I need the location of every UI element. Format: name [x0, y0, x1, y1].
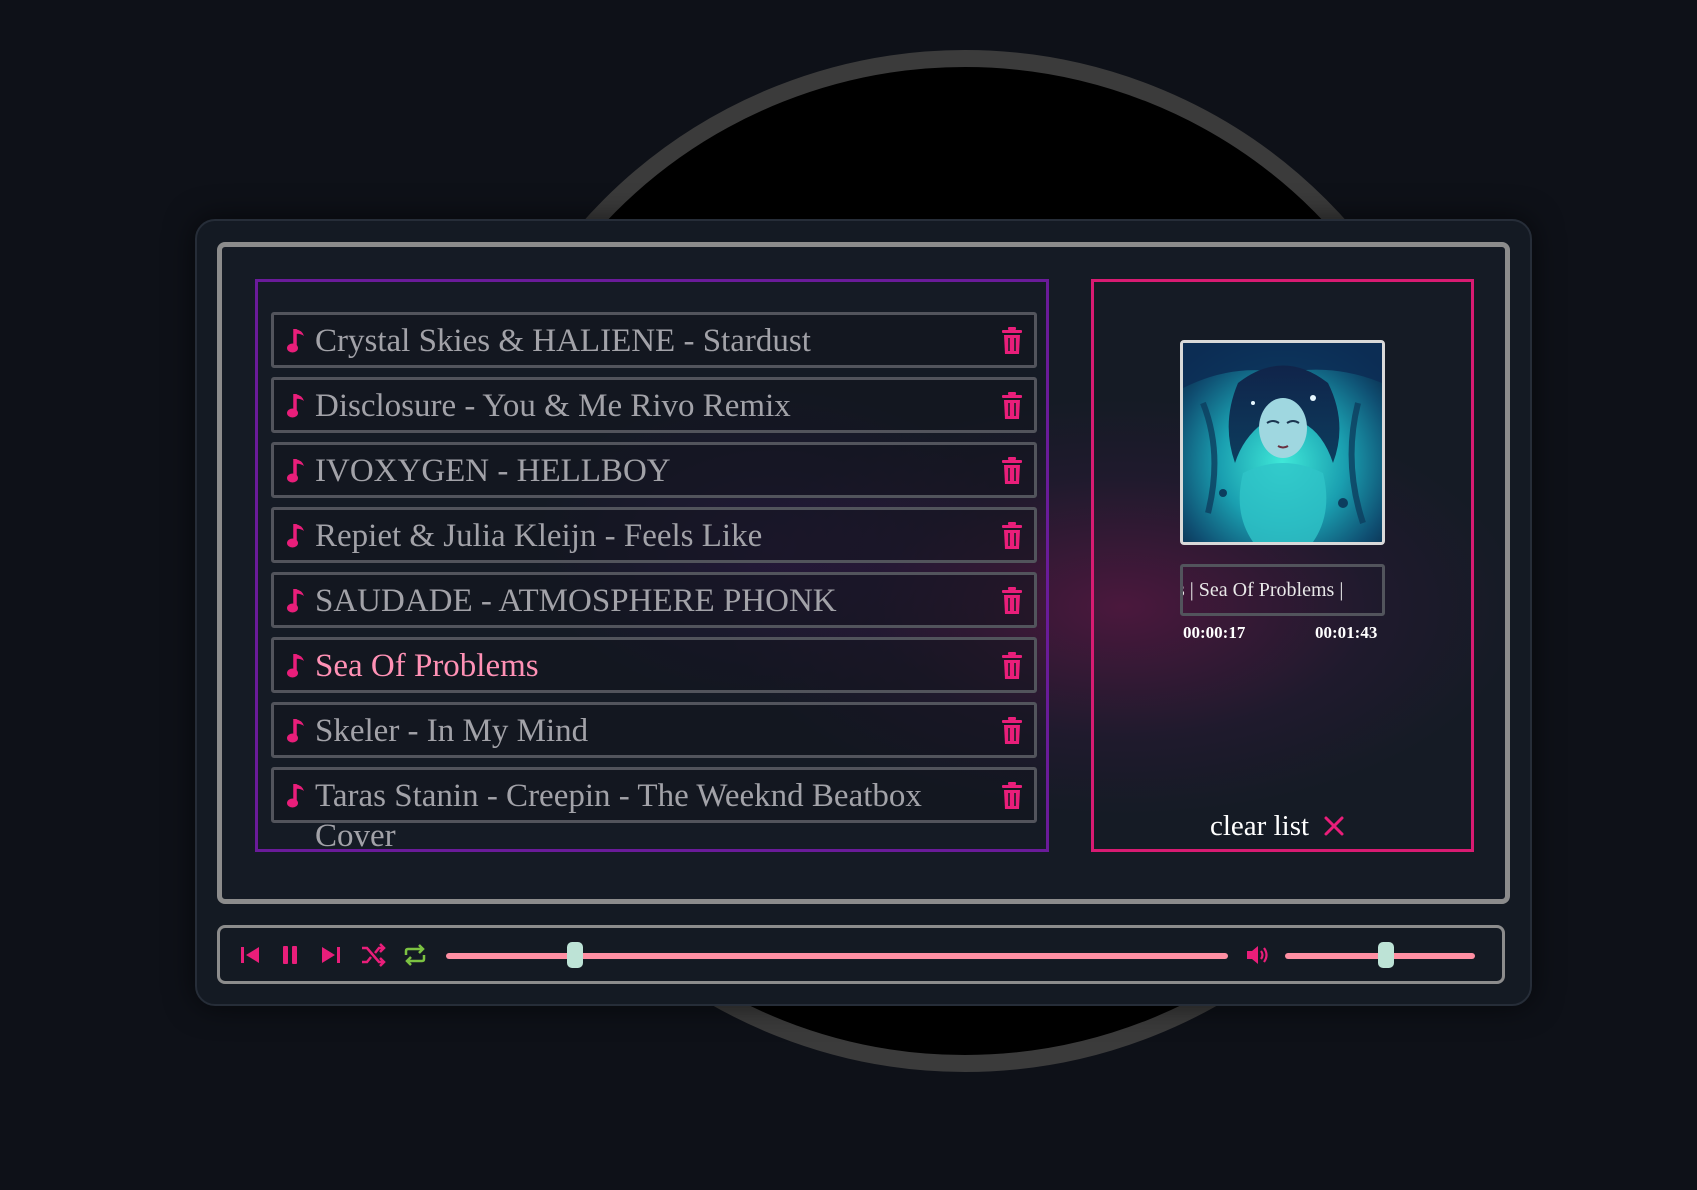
now-playing-title-marquee: s | Sea Of Problems | [1180, 564, 1385, 616]
trash-icon[interactable] [1001, 717, 1023, 745]
track-title: Skeler - In My Mind [315, 713, 589, 749]
duration: 00:01:43 [1315, 623, 1378, 642]
music-note-icon [286, 457, 308, 485]
music-note-icon [286, 717, 308, 745]
music-note-icon [286, 652, 308, 680]
seek-slider-thumb[interactable] [567, 942, 584, 968]
playlist-track[interactable]: Sea Of Problems [271, 637, 1037, 693]
skip-previous-icon[interactable] [237, 942, 263, 968]
current-time: 00:00:17 [1183, 623, 1246, 642]
track-title: IVOXYGEN - HELLBOY [315, 453, 671, 489]
playlist-track[interactable]: SAUDADE - ATMOSPHERE PHONK [271, 572, 1037, 628]
trash-icon[interactable] [1001, 392, 1023, 420]
seek-slider[interactable] [446, 942, 1228, 968]
shuffle-icon[interactable] [360, 942, 386, 968]
now-playing-panel: s | Sea Of Problems | 00:00:17 00:01:43 … [1091, 279, 1474, 852]
music-note-icon [286, 782, 308, 810]
trash-icon[interactable] [1001, 782, 1023, 810]
music-note-icon [286, 587, 308, 615]
music-note-icon [286, 392, 308, 420]
pause-icon[interactable] [277, 942, 303, 968]
playlist-track[interactable]: Crystal Skies & HALIENE - Stardust [271, 312, 1037, 368]
music-note-icon [286, 522, 308, 550]
playlist-track[interactable]: Repiet & Julia Kleijn - Feels Like [271, 507, 1037, 563]
trash-icon[interactable] [1001, 522, 1023, 550]
volume-slider[interactable] [1285, 942, 1475, 968]
playlist-track[interactable]: Skeler - In My Mind [271, 702, 1037, 758]
track-title: SAUDADE - ATMOSPHERE PHONK [315, 583, 837, 619]
trash-icon[interactable] [1001, 457, 1023, 485]
track-title: Crystal Skies & HALIENE - Stardust [315, 323, 811, 359]
clear-list-button[interactable]: clear list [1210, 809, 1345, 843]
now-playing-title: s | Sea Of Problems | [1180, 579, 1344, 601]
trash-icon[interactable] [1001, 652, 1023, 680]
playlist-track[interactable]: Taras Stanin - Creepin - The Weeknd Beat… [271, 767, 1037, 849]
repeat-icon[interactable] [402, 942, 428, 968]
volume-slider-thumb[interactable] [1378, 942, 1395, 968]
trash-icon[interactable] [1001, 327, 1023, 355]
volume-icon[interactable] [1244, 942, 1270, 968]
track-title: Sea Of Problems [315, 648, 539, 684]
track-title: Repiet & Julia Kleijn - Feels Like [315, 518, 763, 554]
skip-next-icon[interactable] [318, 942, 344, 968]
app-stage: Crystal Skies & HALIENE - Stardust Disclo… [0, 0, 1697, 1190]
playlist-track[interactable]: IVOXYGEN - HELLBOY [271, 442, 1037, 498]
playlist: Crystal Skies & HALIENE - Stardust Disclo… [255, 279, 1049, 852]
album-cover [1180, 340, 1385, 545]
track-title: Disclosure - You & Me Rivo Remix [315, 388, 791, 424]
music-note-icon [286, 327, 308, 355]
trash-icon[interactable] [1001, 587, 1023, 615]
track-title: Taras Stanin - Creepin - The Weeknd Beat… [315, 778, 922, 852]
close-icon [1324, 816, 1344, 836]
playlist-track[interactable]: Disclosure - You & Me Rivo Remix [271, 377, 1037, 433]
player-controls [217, 925, 1505, 984]
clear-list-label: clear list [1210, 809, 1310, 842]
